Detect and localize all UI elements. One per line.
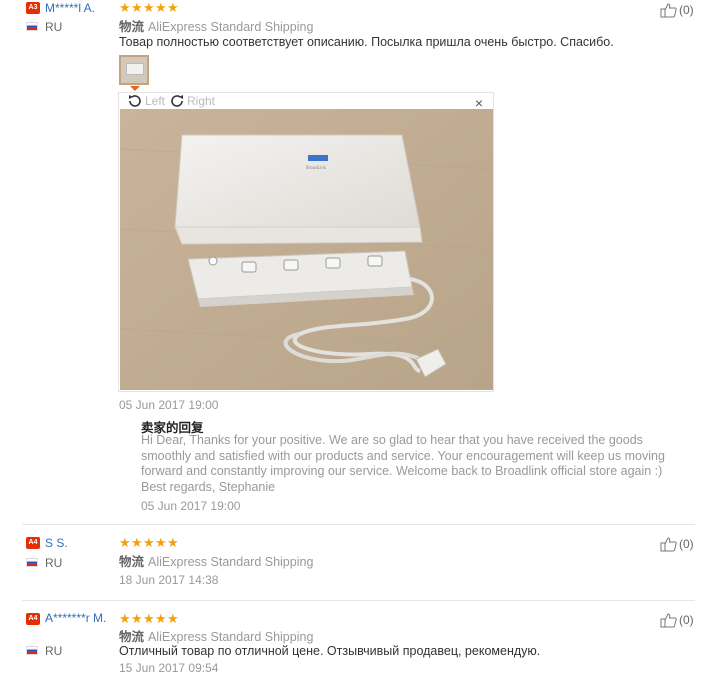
shipping-method: AliExpress Standard Shipping <box>148 555 314 569</box>
review-date: 05 Jun 2017 19:00 <box>119 398 219 412</box>
thumbnail-selected-caret <box>130 86 140 91</box>
helpful-count: (0) <box>679 3 694 17</box>
shipping-label: 物流 <box>119 20 145 34</box>
star-icon: ★ <box>167 535 179 550</box>
helpful-button[interactable]: (0) <box>660 612 694 628</box>
helpful-button[interactable]: (0) <box>660 2 694 18</box>
star-icon: ★ <box>131 535 143 550</box>
star-icon: ★ <box>119 611 131 626</box>
review-text: Товар полностью соответствует описанию. … <box>119 35 614 49</box>
rotate-left-button[interactable]: Left <box>127 93 165 109</box>
review-date: 15 Jun 2017 09:54 <box>119 661 219 675</box>
shipping-info: 物流 AliExpress Standard Shipping <box>119 626 313 645</box>
buyer-country: RU <box>45 556 63 570</box>
review-photo-thumbnail[interactable] <box>119 55 149 85</box>
star-icon: ★ <box>155 0 167 15</box>
thumbs-up-icon <box>660 613 677 628</box>
image-viewer: Left Right × BroadLink <box>118 92 494 392</box>
helpful-count: (0) <box>679 613 694 627</box>
russia-flag-icon <box>26 558 38 567</box>
rating-stars: ★ ★ ★ ★ ★ <box>119 611 179 626</box>
shipping-method: AliExpress Standard Shipping <box>148 20 314 34</box>
rotate-right-label: Right <box>187 94 216 108</box>
seller-reply-signature: Best regards, Stephanie <box>141 479 276 494</box>
shipping-info: 物流 AliExpress Standard Shipping <box>119 16 313 35</box>
star-icon: ★ <box>167 0 179 15</box>
review-date: 18 Jun 2017 14:38 <box>119 573 219 587</box>
star-icon: ★ <box>167 611 179 626</box>
review-text: Отличный товар по отличной цене. Отзывчи… <box>119 644 541 658</box>
helpful-button[interactable]: (0) <box>660 536 694 552</box>
shipping-info: 物流 AliExpress Standard Shipping <box>119 551 313 570</box>
thumbs-up-icon <box>660 537 677 552</box>
review-item: A4 A*******r M. RU ★ ★ ★ ★ ★ 物流 AliExpres… <box>0 601 719 678</box>
buyer-name: A*******r M. <box>45 611 107 625</box>
star-icon: ★ <box>143 611 155 626</box>
star-icon: ★ <box>143 535 155 550</box>
buyer-country: RU <box>45 644 63 658</box>
shipping-label: 物流 <box>119 630 145 644</box>
star-icon: ★ <box>119 535 131 550</box>
review-item: A4 S S. RU ★ ★ ★ ★ ★ 物流 AliExpress Standa… <box>0 525 719 601</box>
seller-reply-body: Hi Dear, Thanks for your positive. We ar… <box>141 433 681 495</box>
russia-flag-icon <box>26 646 38 655</box>
helpful-count: (0) <box>679 537 694 551</box>
thumbs-up-icon <box>660 3 677 18</box>
review-item: A3 M*****l A. RU ★ ★ ★ ★ ★ 物流 AliExpress … <box>0 0 719 525</box>
rotate-left-icon <box>129 95 141 107</box>
rating-stars: ★ ★ ★ ★ ★ <box>119 0 179 15</box>
seller-reply-text: Hi Dear, Thanks for your positive. We ar… <box>141 433 665 478</box>
star-icon: ★ <box>155 535 167 550</box>
shipping-method: AliExpress Standard Shipping <box>148 630 314 644</box>
box-brand-label: BroadLink <box>306 165 327 170</box>
russia-flag-icon <box>26 22 38 31</box>
buyer-name: S S. <box>45 536 68 550</box>
rotate-left-label: Left <box>145 94 166 108</box>
star-icon: ★ <box>119 0 131 15</box>
shipping-label: 物流 <box>119 555 145 569</box>
rotate-right-icon <box>171 95 183 107</box>
star-icon: ★ <box>131 611 143 626</box>
star-icon: ★ <box>143 0 155 15</box>
buyer-country: RU <box>45 20 63 34</box>
rating-stars: ★ ★ ★ ★ ★ <box>119 535 179 550</box>
buyer-name: M*****l A. <box>45 1 96 15</box>
star-icon: ★ <box>155 611 167 626</box>
buyer-level-badge: A4 <box>26 613 40 625</box>
rotate-right-button[interactable]: Right <box>169 93 215 109</box>
review-photo: BroadLink <box>120 109 493 390</box>
buyer-level-badge: A3 <box>26 2 40 14</box>
seller-reply-date: 05 Jun 2017 19:00 <box>141 499 241 513</box>
star-icon: ★ <box>131 0 143 15</box>
buyer-level-badge: A4 <box>26 537 40 549</box>
